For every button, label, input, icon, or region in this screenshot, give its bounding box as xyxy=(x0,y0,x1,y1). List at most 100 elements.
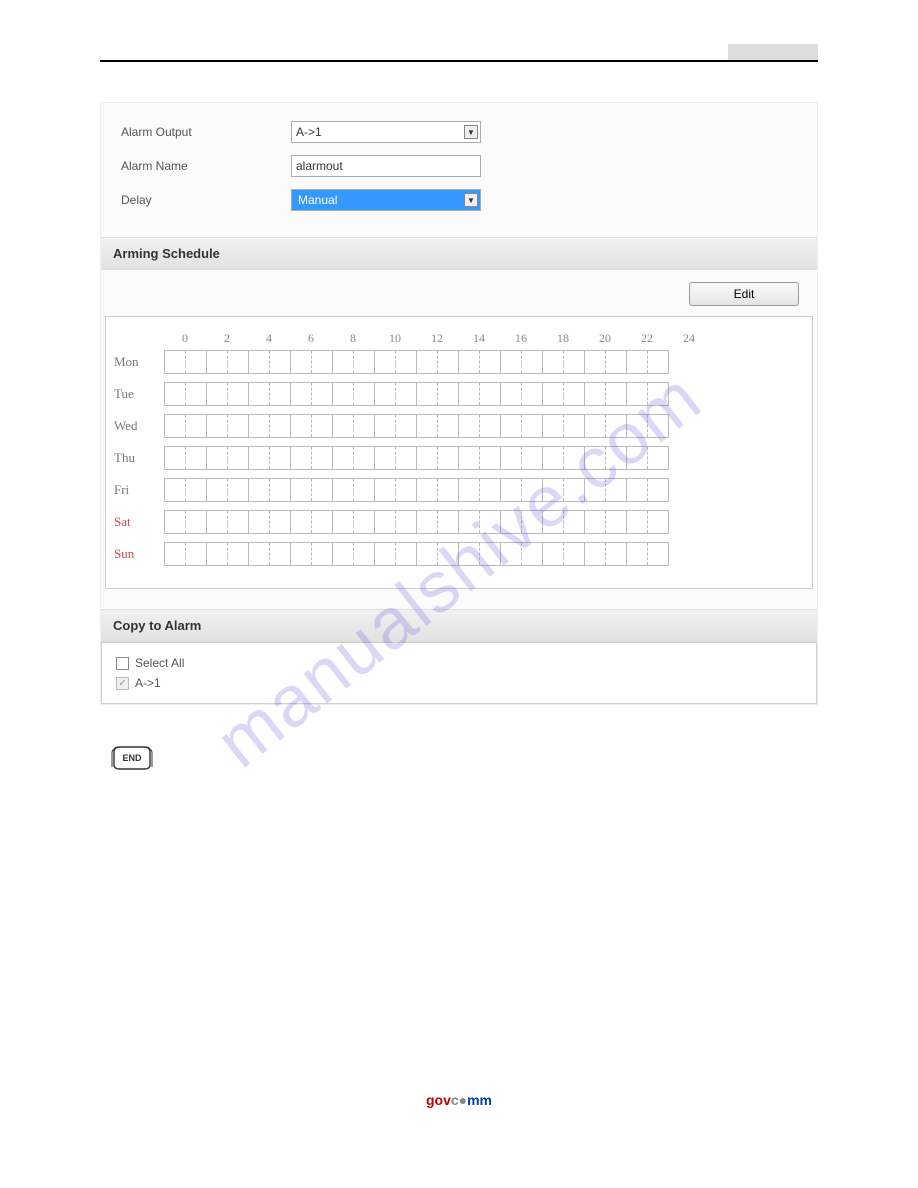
schedule-cell[interactable] xyxy=(291,383,312,405)
schedule-cell[interactable] xyxy=(186,383,207,405)
schedule-cell[interactable] xyxy=(648,511,669,533)
schedule-cell[interactable] xyxy=(333,543,354,565)
schedule-cell[interactable] xyxy=(165,447,186,469)
schedule-cell[interactable] xyxy=(501,351,522,373)
schedule-cell[interactable] xyxy=(291,351,312,373)
schedule-cell[interactable] xyxy=(585,383,606,405)
schedule-cell[interactable] xyxy=(375,543,396,565)
schedule-cell[interactable] xyxy=(207,447,228,469)
schedule-cell[interactable] xyxy=(165,511,186,533)
schedule-cell[interactable] xyxy=(480,479,501,501)
schedule-cell[interactable] xyxy=(291,415,312,437)
schedule-cell[interactable] xyxy=(228,543,249,565)
schedule-cell[interactable] xyxy=(228,415,249,437)
schedule-cell[interactable] xyxy=(228,447,249,469)
schedule-cell[interactable] xyxy=(312,447,333,469)
schedule-cell[interactable] xyxy=(333,383,354,405)
schedule-cell[interactable] xyxy=(627,351,648,373)
schedule-cell[interactable] xyxy=(543,511,564,533)
schedule-cell[interactable] xyxy=(543,415,564,437)
schedule-cell[interactable] xyxy=(459,479,480,501)
schedule-cell[interactable] xyxy=(459,383,480,405)
schedule-cell[interactable] xyxy=(543,351,564,373)
schedule-cell[interactable] xyxy=(459,415,480,437)
schedule-cell[interactable] xyxy=(333,511,354,533)
schedule-cell[interactable] xyxy=(585,447,606,469)
schedule-cell[interactable] xyxy=(606,351,627,373)
schedule-cell[interactable] xyxy=(417,511,438,533)
schedule-cell[interactable] xyxy=(249,351,270,373)
schedule-cell[interactable] xyxy=(480,543,501,565)
schedule-cell[interactable] xyxy=(522,447,543,469)
schedule-cell[interactable] xyxy=(270,447,291,469)
schedule-cell[interactable] xyxy=(480,383,501,405)
schedule-cell[interactable] xyxy=(249,479,270,501)
schedule-cell[interactable] xyxy=(543,383,564,405)
schedule-cell[interactable] xyxy=(354,447,375,469)
schedule-cell[interactable] xyxy=(375,511,396,533)
schedule-cell[interactable] xyxy=(585,511,606,533)
schedule-cell[interactable] xyxy=(186,447,207,469)
schedule-cells[interactable] xyxy=(164,414,669,438)
schedule-cell[interactable] xyxy=(375,479,396,501)
schedule-cell[interactable] xyxy=(648,479,669,501)
schedule-cell[interactable] xyxy=(270,415,291,437)
schedule-cell[interactable] xyxy=(627,383,648,405)
schedule-cell[interactable] xyxy=(606,415,627,437)
schedule-cell[interactable] xyxy=(438,383,459,405)
schedule-cell[interactable] xyxy=(627,543,648,565)
edit-button[interactable]: Edit xyxy=(689,282,799,306)
schedule-cell[interactable] xyxy=(396,351,417,373)
schedule-cell[interactable] xyxy=(606,447,627,469)
schedule-cell[interactable] xyxy=(438,479,459,501)
schedule-cell[interactable] xyxy=(228,479,249,501)
schedule-cell[interactable] xyxy=(291,543,312,565)
schedule-cell[interactable] xyxy=(270,383,291,405)
schedule-cell[interactable] xyxy=(375,383,396,405)
schedule-cell[interactable] xyxy=(207,479,228,501)
schedule-cell[interactable] xyxy=(627,511,648,533)
schedule-cell[interactable] xyxy=(186,351,207,373)
schedule-cell[interactable] xyxy=(438,415,459,437)
schedule-cell[interactable] xyxy=(228,351,249,373)
schedule-cell[interactable] xyxy=(354,415,375,437)
schedule-cell[interactable] xyxy=(354,351,375,373)
schedule-cell[interactable] xyxy=(585,351,606,373)
schedule-cells[interactable] xyxy=(164,446,669,470)
schedule-cell[interactable] xyxy=(417,447,438,469)
schedule-cell[interactable] xyxy=(396,447,417,469)
schedule-cell[interactable] xyxy=(228,511,249,533)
schedule-cell[interactable] xyxy=(333,479,354,501)
schedule-cell[interactable] xyxy=(312,415,333,437)
schedule-cell[interactable] xyxy=(249,415,270,437)
schedule-cell[interactable] xyxy=(333,447,354,469)
schedule-cell[interactable] xyxy=(165,351,186,373)
schedule-cell[interactable] xyxy=(312,543,333,565)
schedule-cell[interactable] xyxy=(375,447,396,469)
schedule-cell[interactable] xyxy=(543,479,564,501)
schedule-cell[interactable] xyxy=(648,383,669,405)
schedule-cell[interactable] xyxy=(291,479,312,501)
schedule-cell[interactable] xyxy=(459,543,480,565)
schedule-cell[interactable] xyxy=(522,383,543,405)
schedule-cell[interactable] xyxy=(375,415,396,437)
schedule-cell[interactable] xyxy=(522,543,543,565)
schedule-cell[interactable] xyxy=(291,511,312,533)
schedule-cell[interactable] xyxy=(165,415,186,437)
schedule-cell[interactable] xyxy=(417,543,438,565)
schedule-cells[interactable] xyxy=(164,542,669,566)
schedule-cell[interactable] xyxy=(228,383,249,405)
schedule-cell[interactable] xyxy=(648,543,669,565)
schedule-cell[interactable] xyxy=(501,447,522,469)
schedule-cell[interactable] xyxy=(207,415,228,437)
schedule-cell[interactable] xyxy=(396,543,417,565)
schedule-cell[interactable] xyxy=(480,351,501,373)
schedule-cell[interactable] xyxy=(564,383,585,405)
schedule-cell[interactable] xyxy=(606,383,627,405)
schedule-cells[interactable] xyxy=(164,382,669,406)
schedule-cell[interactable] xyxy=(270,511,291,533)
delay-select[interactable]: Manual ▼ xyxy=(291,189,481,211)
schedule-cells[interactable] xyxy=(164,478,669,502)
schedule-cell[interactable] xyxy=(165,543,186,565)
schedule-cell[interactable] xyxy=(564,511,585,533)
